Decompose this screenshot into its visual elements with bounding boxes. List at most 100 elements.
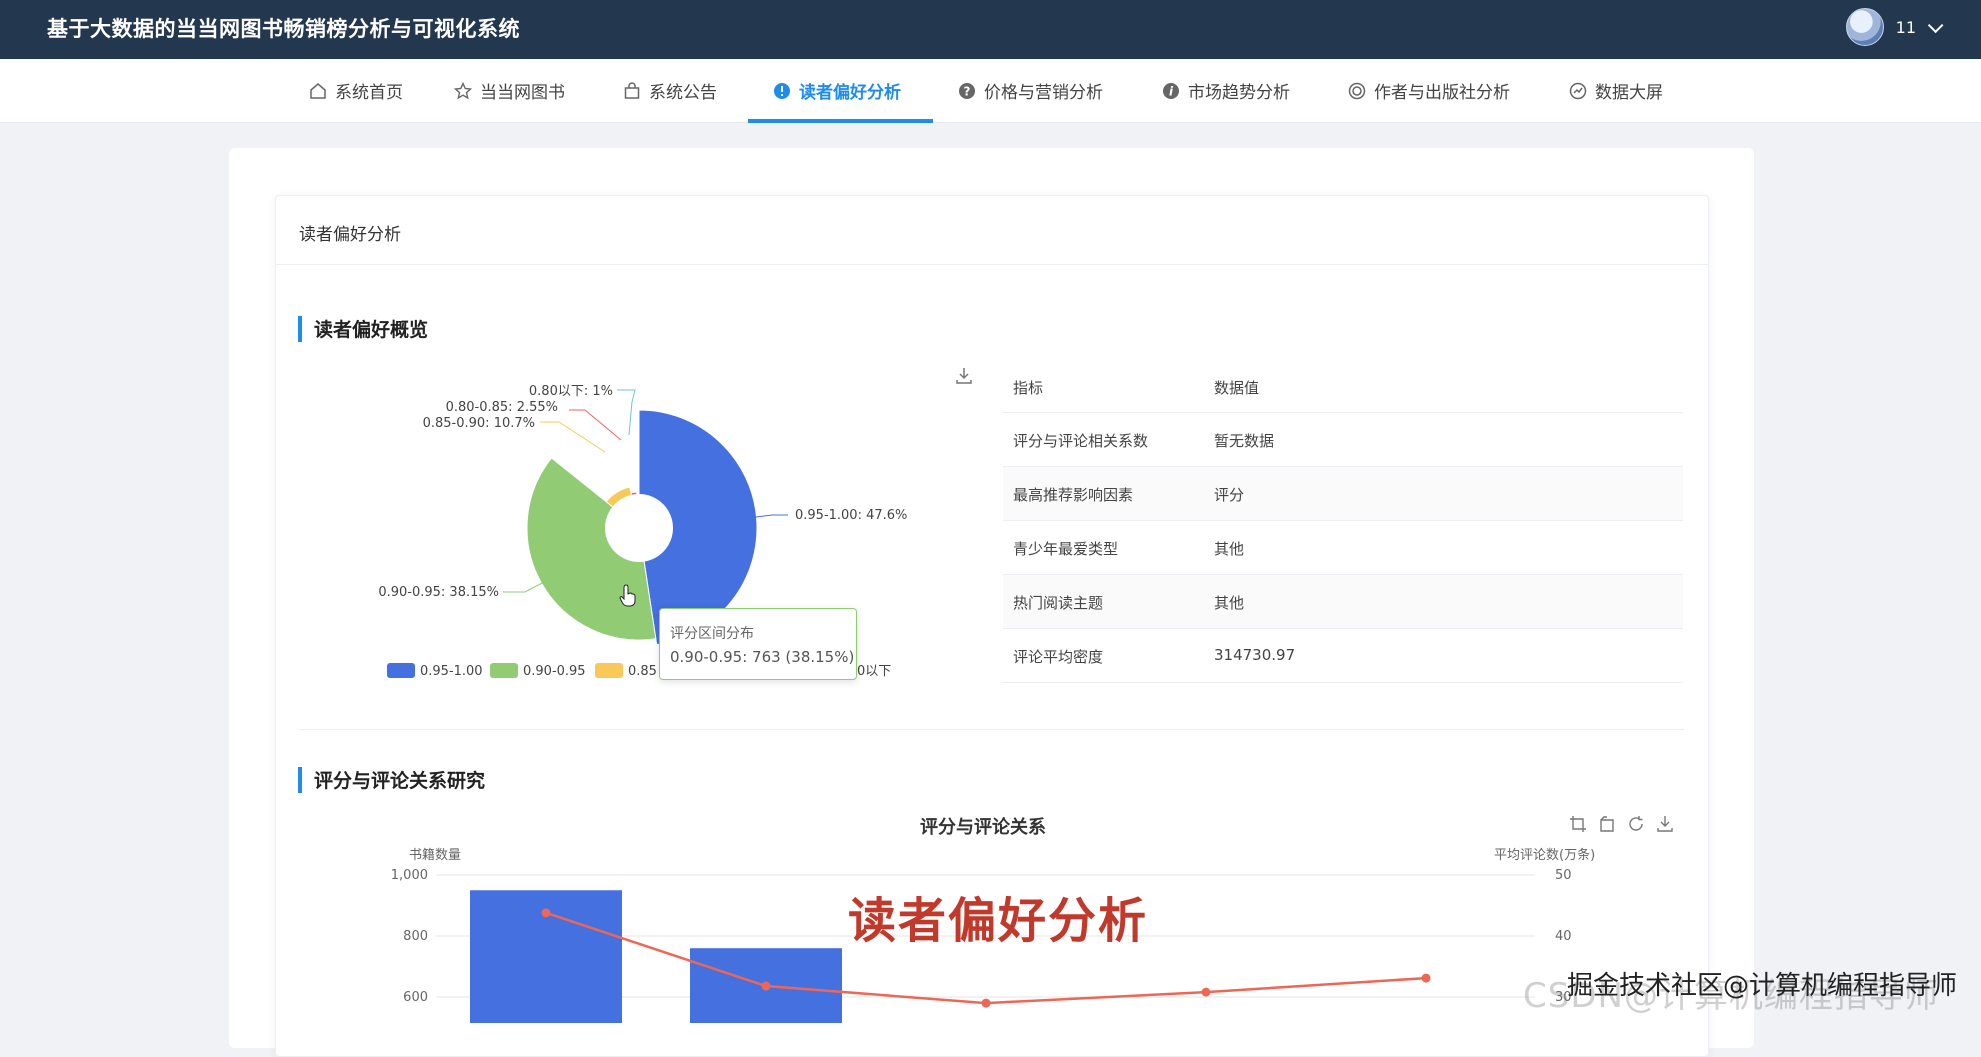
zoom-reset-icon[interactable]	[1598, 815, 1616, 833]
avatar[interactable]	[1845, 8, 1884, 46]
nav-item-home[interactable]: 系统首页	[309, 59, 403, 122]
target-icon	[1348, 82, 1366, 99]
top-header-bar: 基于大数据的当当网图书畅销榜分析与可视化系统 11	[0, 0, 1981, 59]
legend-swatch[interactable]	[490, 663, 518, 678]
leader-line	[503, 580, 547, 593]
section-divider	[298, 729, 1684, 730]
chevron-down-icon[interactable]	[1927, 17, 1944, 33]
pie-label: 0.80-0.85: 2.55%	[446, 400, 558, 415]
svg-text:?: ?	[964, 84, 971, 98]
refresh-icon[interactable]	[1627, 815, 1645, 833]
leader-line	[569, 409, 622, 441]
user-menu[interactable]: 11	[1845, 8, 1944, 46]
y-tick-label: 800	[403, 929, 428, 944]
pie-label: 0.80以下: 1%	[529, 384, 613, 399]
tooltip-title: 评分区间分布	[670, 626, 754, 642]
card-header: 读者偏好分析	[276, 196, 1708, 265]
nav-item-books[interactable]: 当当网图书	[454, 59, 565, 122]
pie-tooltip: 评分区间分布 0.90-0.95: 763 (38.15%)	[659, 608, 857, 680]
dashboard-icon	[1569, 82, 1587, 99]
nav-label: 读者偏好分析	[799, 83, 901, 103]
table-row: 热门阅读主题 其他	[1003, 575, 1683, 629]
home-icon	[310, 82, 326, 99]
chart-toolbox	[1569, 815, 1674, 833]
card-title: 读者偏好分析	[299, 225, 401, 245]
nav-label: 作者与出版社分析	[1374, 83, 1510, 103]
table-cell: 评分	[1214, 486, 1245, 504]
table-cell: 热门阅读主题	[1013, 594, 1104, 612]
bag-icon	[624, 81, 640, 99]
zoom-select-icon[interactable]	[1569, 815, 1587, 833]
table-cell: 青少年最爱类型	[1013, 540, 1119, 558]
section-header-relation: 评分与评论关系研究	[298, 766, 485, 793]
table-cell: 最高推荐影响因素	[1013, 486, 1134, 504]
nav-item-author-publisher[interactable]: 作者与出版社分析	[1348, 59, 1510, 122]
app-title: 基于大数据的当当网图书畅销榜分析与可视化系统	[47, 17, 520, 41]
table-row: 青少年最爱类型 其他	[1003, 521, 1683, 575]
nav-label: 数据大屏	[1595, 83, 1663, 103]
line-point[interactable]	[1201, 987, 1211, 997]
legend-label[interactable]: 0以下	[857, 664, 891, 679]
nav-item-price-marketing[interactable]: ? 价格与营销分析	[958, 59, 1103, 122]
table-row: 评论平均密度 314730.97	[1003, 629, 1683, 683]
chart-title: 评分与评论关系	[920, 817, 1046, 838]
legend-label[interactable]: 0.85	[628, 664, 657, 679]
nav-label: 价格与营销分析	[984, 83, 1103, 103]
section-accent-bar	[298, 766, 302, 793]
nav-item-market-trend[interactable]: i 市场趋势分析	[1162, 59, 1290, 122]
table-cell: 其他	[1214, 540, 1245, 558]
section-accent-bar	[298, 315, 302, 342]
metrics-table: 指标 数据值 评分与评论相关系数 暂无数据 最高推荐影响因素 评分 青少年最爱类…	[1003, 360, 1683, 683]
line-point[interactable]	[981, 998, 991, 1008]
nav-label: 系统首页	[335, 83, 403, 103]
overlay-caption: 读者偏好分析	[848, 893, 1149, 949]
table-cell: 其他	[1214, 594, 1245, 612]
table-cell: 314730.97	[1214, 646, 1296, 664]
table-cell: 评分与评论相关系数	[1013, 432, 1149, 450]
nav-item-dashboard[interactable]: 数据大屏	[1569, 59, 1663, 122]
info-icon: i	[1163, 82, 1179, 99]
legend-swatch[interactable]	[387, 663, 415, 678]
table-cell: 暂无数据	[1214, 432, 1275, 450]
legend-label[interactable]: 0.90-0.95	[523, 664, 586, 679]
section-title: 评分与评论关系研究	[314, 770, 486, 792]
section-header-overview: 读者偏好概览	[298, 315, 428, 342]
nav-label: 市场趋势分析	[1188, 83, 1290, 103]
info-icon	[774, 82, 790, 99]
tooltip-value: 0.90-0.95: 763 (38.15%)	[670, 648, 855, 666]
pie-label: 0.95-1.00: 47.6%	[795, 508, 907, 523]
nav-label: 系统公告	[649, 83, 717, 103]
table-cell: 评论平均密度	[1013, 648, 1104, 666]
table-header-row: 指标 数据值	[1003, 360, 1683, 413]
leader-line	[617, 389, 636, 436]
y2-tick-label: 40	[1555, 929, 1572, 944]
line-point[interactable]	[761, 981, 771, 991]
star-icon	[454, 81, 472, 99]
nav-item-reader-preference[interactable]: 读者偏好分析	[773, 59, 901, 122]
pie-label: 0.90-0.95: 38.15%	[378, 585, 499, 600]
table-row: 评分与评论相关系数 暂无数据	[1003, 413, 1683, 467]
section-title: 读者偏好概览	[314, 319, 429, 341]
table-header-cell: 数据值	[1214, 379, 1260, 397]
download-icon[interactable]	[954, 366, 974, 386]
leader-line	[540, 421, 606, 453]
watermark-juejin: 掘金技术社区@计算机编程指导师	[1567, 971, 1958, 1001]
pie-label: 0.85-0.90: 10.7%	[423, 416, 535, 431]
line-point[interactable]	[541, 908, 551, 918]
y-tick-label: 1,000	[391, 868, 428, 883]
question-icon: ?	[959, 82, 975, 99]
table-header-cell: 指标	[1013, 379, 1044, 397]
legend-label[interactable]: 0.95-1.00	[420, 664, 483, 679]
table-row: 最高推荐影响因素 评分	[1003, 467, 1683, 521]
active-tab-indicator	[748, 119, 933, 123]
username[interactable]: 11	[1896, 18, 1916, 37]
main-nav: 系统首页 当当网图书 系统公告 读者偏好分析 ? 价格与营销分析 i 市场趋势分…	[0, 59, 1981, 123]
nav-item-notice[interactable]: 系统公告	[623, 59, 717, 122]
legend-swatch[interactable]	[595, 663, 623, 678]
pie-center-hole	[605, 494, 673, 562]
line-point[interactable]	[1421, 973, 1431, 983]
y-tick-label: 600	[403, 990, 428, 1005]
leader-line	[755, 514, 788, 518]
y2-tick-label: 50	[1555, 868, 1572, 883]
download-icon[interactable]	[1656, 815, 1674, 833]
